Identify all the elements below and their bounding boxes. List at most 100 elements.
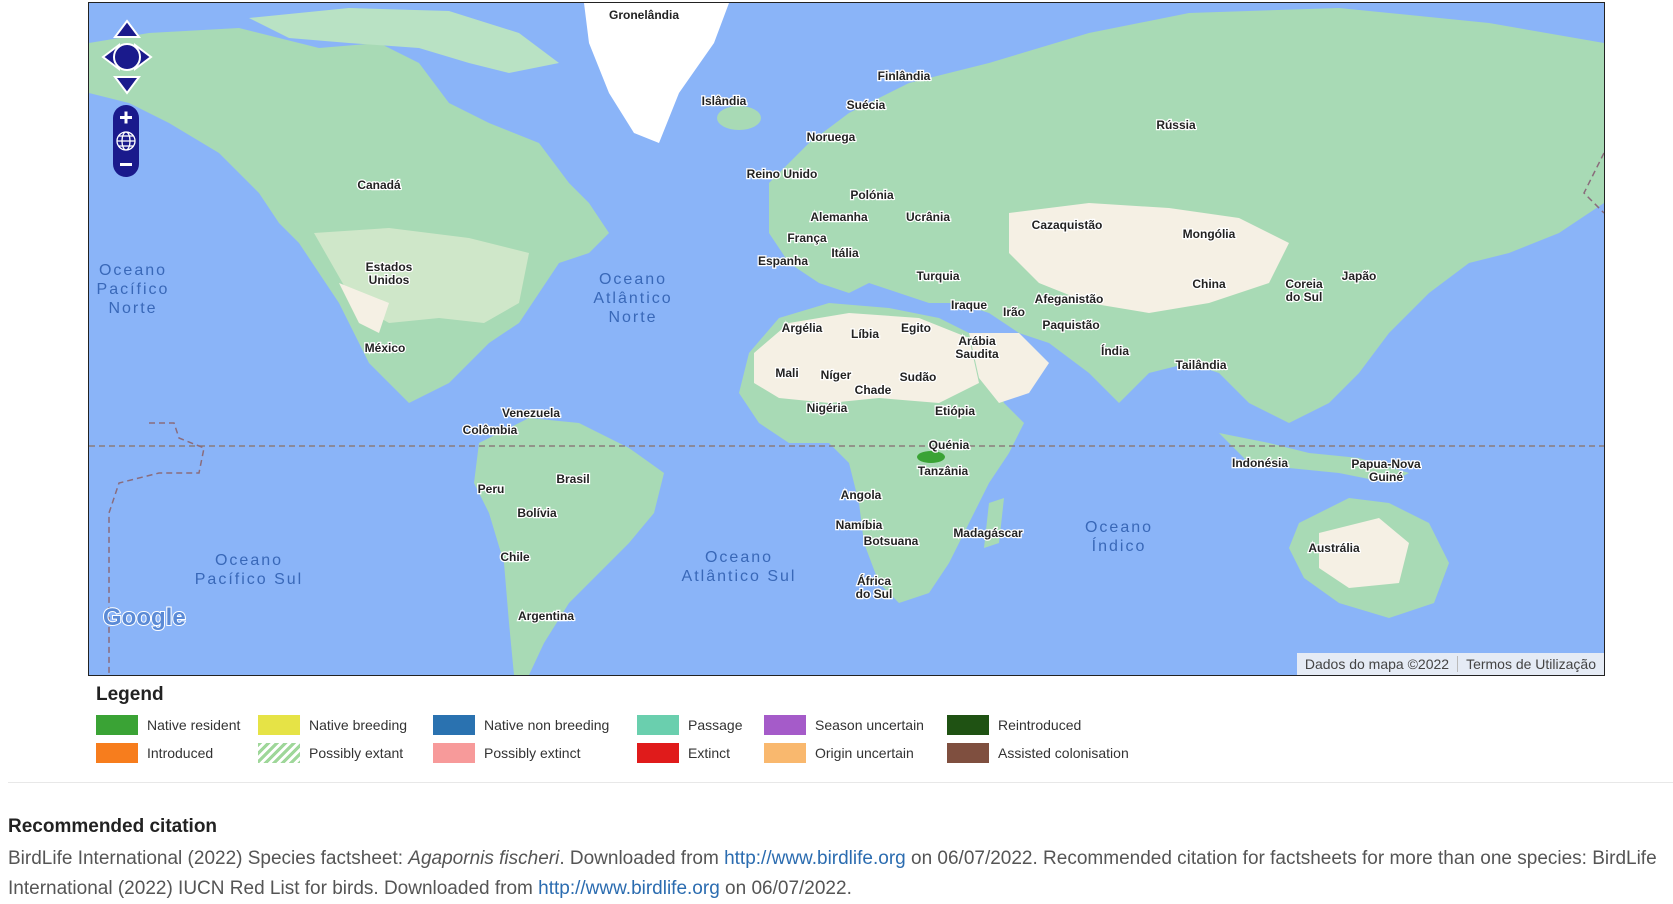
pan-down-icon[interactable] (113, 76, 141, 95)
label-china: China (1192, 277, 1226, 291)
label-alemanha: Alemanha (810, 210, 868, 224)
label-iraque: Iraque (951, 298, 987, 312)
label-franca: França (787, 231, 827, 245)
legend-swatch (258, 743, 300, 763)
species-name: Agapornis fischeri (408, 848, 560, 869)
label-islandia: Islândia (702, 94, 747, 108)
label-irao: Irão (1003, 305, 1025, 319)
legend-item-possibly-extinct: Possibly extinct (433, 743, 637, 763)
terms-of-use-link[interactable]: Termos de Utilização (1458, 656, 1604, 672)
label-noruega: Noruega (807, 130, 856, 144)
label-libia: Líbia (851, 327, 879, 341)
label-colombia: Colômbia (463, 423, 518, 437)
pan-center-icon[interactable] (113, 43, 141, 71)
legend-label: Native breeding (309, 717, 408, 733)
label-argentina: Argentina (518, 609, 574, 623)
map-data-attribution: Dados do mapa ©2022 (1304, 656, 1450, 672)
legend-swatch (433, 715, 475, 735)
label-brasil: Brasil (556, 472, 589, 486)
zoom-out-icon[interactable] (120, 163, 132, 166)
pan-control[interactable] (99, 17, 155, 97)
label-ucrania: Ucrânia (906, 210, 950, 224)
label-nigeria: Nigéria (807, 401, 848, 415)
ocean-pac-norte-3: Norte (108, 300, 157, 317)
legend-item-season-uncertain: Season uncertain (764, 715, 947, 735)
label-russia: Rússia (1156, 118, 1196, 132)
label-peru: Peru (478, 482, 505, 496)
map-canvas[interactable]: Gronelândia Islândia Finlândia Suécia No… (89, 3, 1604, 675)
label-gronelandia: Gronelândia (609, 8, 679, 22)
label-mali: Mali (775, 366, 798, 380)
label-italia: Itália (831, 246, 859, 260)
label-paquistao: Paquistão (1042, 318, 1099, 332)
ocean-pac-sul-2: Pacífico Sul (195, 571, 303, 588)
label-bolivia: Bolívia (517, 506, 557, 520)
citation-text: BirdLife International (2022) Species fa… (8, 844, 1673, 904)
label-afeganistao: Afeganistão (1035, 292, 1104, 306)
label-coreia-1: Coreia (1285, 277, 1323, 291)
label-angola: Angola (841, 488, 882, 502)
legend-label: Origin uncertain (815, 745, 914, 761)
legend-title: Legend (96, 684, 164, 705)
legend-item-possibly-extant: Possibly extant (258, 743, 433, 763)
legend-label: Passage (688, 717, 743, 733)
legend-swatch (637, 715, 679, 735)
label-espanha: Espanha (758, 254, 808, 268)
label-cazaquistao: Cazaquistão (1032, 218, 1103, 232)
legend-item-assisted-colonisation: Assisted colonisation (947, 743, 1147, 763)
label-eua-1: Estados (366, 260, 413, 274)
label-canada: Canadá (357, 178, 401, 192)
citation-part-4: on 06/07/2022. (719, 878, 852, 899)
label-argelia: Argélia (782, 321, 823, 335)
legend-swatch (96, 743, 138, 763)
ocean-atl-sul-2: Atlântico Sul (682, 568, 797, 585)
legend-label: Assisted colonisation (998, 745, 1129, 761)
label-etiopia: Etiópia (935, 404, 975, 418)
label-india: Índia (1101, 343, 1129, 358)
legend-label: Possibly extant (309, 745, 404, 761)
citation-part-1: BirdLife International (2022) Species fa… (8, 848, 409, 869)
ocean-atl-norte-1: Oceano (599, 271, 667, 288)
legend-swatch (637, 743, 679, 763)
label-chade: Chade (855, 383, 892, 397)
birdlife-link-1[interactable]: http://www.birdlife.org (724, 848, 906, 869)
label-arabia-1: Arábia (958, 334, 996, 348)
label-africa-1: África (857, 573, 891, 588)
legend-item-native-breeding: Native breeding (258, 715, 433, 735)
legend-swatch (947, 743, 989, 763)
google-logo: Google (103, 604, 186, 631)
zoom-control[interactable] (111, 103, 141, 179)
legend-label: Season uncertain (815, 717, 924, 733)
ocean-pac-norte-2: Pacífico (97, 281, 170, 298)
species-range-native-resident[interactable] (917, 451, 945, 463)
recommended-citation: Recommended citation BirdLife Internatio… (8, 816, 1673, 904)
label-papua-1: Papua-Nova (1351, 457, 1421, 471)
citation-title: Recommended citation (8, 816, 218, 837)
range-map[interactable]: Gronelândia Islândia Finlândia Suécia No… (88, 2, 1605, 676)
label-papua-2: Guiné (1369, 470, 1403, 484)
label-sudao: Sudão (900, 370, 937, 384)
birdlife-link-2[interactable]: http://www.birdlife.org (538, 878, 720, 899)
label-arabia-2: Saudita (955, 347, 999, 361)
pan-up-icon[interactable] (113, 19, 141, 38)
label-polonia: Polónia (850, 188, 894, 202)
legend-swatch (764, 715, 806, 735)
legend-item-reintroduced: Reintroduced (947, 715, 1147, 735)
ocean-indico-2: Índico (1092, 536, 1147, 555)
land-iceland (717, 106, 761, 130)
ocean-atl-sul-1: Oceano (705, 549, 773, 566)
label-niger: Níger (821, 368, 852, 382)
label-quenia: Quénia (929, 438, 970, 452)
legend-row-2: Introduced Possibly extant Possibly exti… (96, 742, 1147, 764)
label-reino-unido: Reino Unido (747, 167, 818, 181)
legend-row-1: Native resident Native breeding Native n… (96, 714, 1147, 736)
legend-item-passage: Passage (637, 715, 764, 735)
label-chile: Chile (500, 550, 530, 564)
label-suecia: Suécia (847, 98, 886, 112)
legend: Legend Native resident Native breeding N… (96, 684, 1147, 770)
label-tanzania: Tanzânia (918, 464, 969, 478)
ocean-indico-1: Oceano (1085, 519, 1153, 536)
legend-label: Possibly extinct (484, 745, 581, 761)
label-egito: Egito (901, 321, 931, 335)
label-australia: Austrália (1308, 541, 1360, 555)
